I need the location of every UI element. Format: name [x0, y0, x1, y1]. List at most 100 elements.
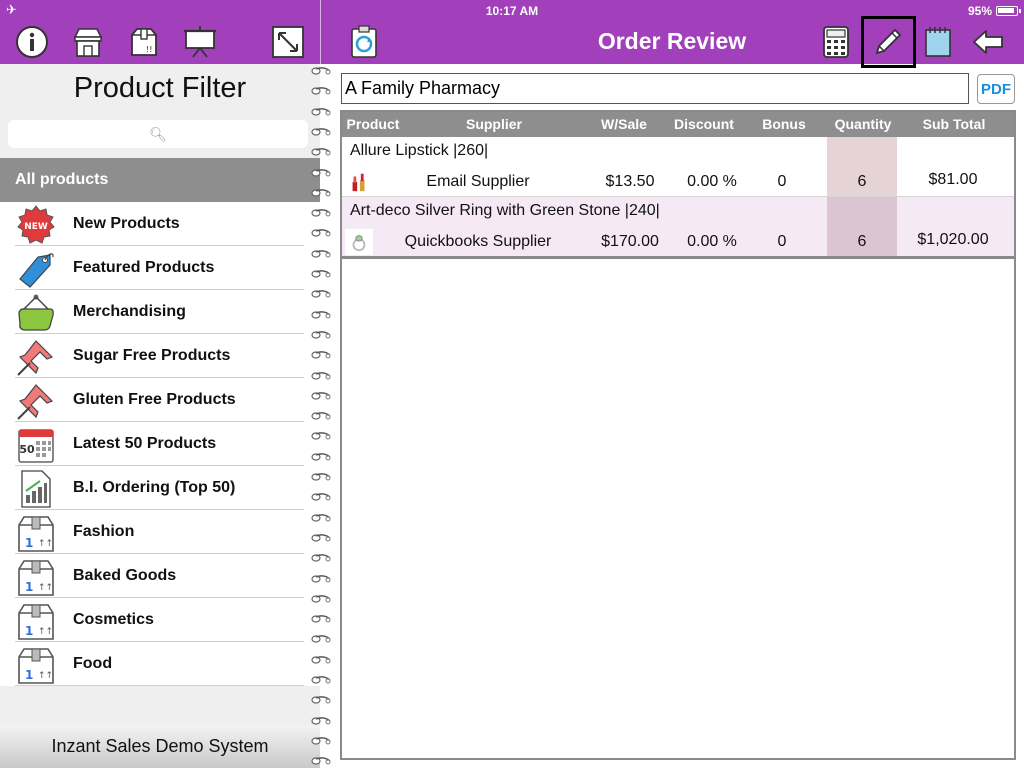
sidebar-item-label: Featured Products — [73, 259, 215, 276]
spiral-ring — [311, 655, 331, 664]
sidebar-item-label: New Products — [73, 215, 180, 232]
table-row[interactable]: Quickbooks Supplier $170.00 0.00 % 0 6 $… — [342, 227, 1014, 257]
sidebar-item-food[interactable]: 1 ↑↑ Food — [0, 642, 320, 686]
product-name: Allure Lipstick |260| — [350, 142, 489, 159]
expand-button[interactable] — [270, 24, 306, 60]
sidebar-item-label: Merchandising — [73, 303, 186, 320]
price-tag-icon — [15, 249, 57, 289]
customer-name-field[interactable]: A Family Pharmacy — [341, 73, 969, 104]
spiral-ring — [311, 716, 331, 725]
sidebar-item-latest-50-products[interactable]: 50 Latest 50 Products — [0, 422, 320, 466]
info-button[interactable] — [14, 24, 50, 60]
hanging-sign-icon — [15, 293, 57, 333]
app-root: { "status": { "time": "10:17 AM", "batte… — [0, 0, 1024, 768]
pushpin-icon — [15, 381, 57, 421]
sidebar-item-cosmetics[interactable]: 1 ↑↑ Cosmetics — [0, 598, 320, 642]
spiral-ring — [311, 473, 331, 481]
quantity-cell[interactable]: 6 — [827, 173, 897, 191]
table-row[interactable]: Email Supplier $13.50 0.00 % 0 6 $81.00 — [342, 167, 1014, 197]
column-header-supplier: Supplier — [465, 116, 522, 132]
sidebar-item-label: B.I. Ordering (Top 50) — [73, 479, 236, 496]
table-header: Product Supplier W/Sale Discount Bonus Q… — [342, 112, 1014, 137]
product-filter-sidebar: Product Filter 🔍︎ All products NEW New P… — [0, 64, 320, 768]
spiral-ring — [311, 594, 331, 603]
sync-clipboard-icon — [351, 25, 377, 58]
calculator-button[interactable] — [818, 24, 854, 60]
product-name-row[interactable]: Allure Lipstick |260| — [342, 137, 1014, 167]
sidebar-item-label: Food — [73, 655, 113, 672]
top-bar: ✈ 10:17 AM 95% !! Order Review — [0, 0, 1024, 68]
filter-list: NEW New Products Featured Products Merch… — [0, 202, 320, 686]
svg-text:!!: !! — [146, 45, 152, 54]
spiral-ring — [311, 554, 331, 562]
quantity-cell[interactable]: 6 — [827, 233, 897, 251]
svg-text:1: 1 — [25, 624, 33, 638]
sync-button[interactable] — [346, 24, 382, 60]
search-input[interactable]: 🔍︎ — [8, 120, 308, 148]
pdf-button[interactable]: PDF — [977, 74, 1015, 104]
sidebar-item-baked-goods[interactable]: 1 ↑↑ Baked Goods — [0, 554, 320, 598]
column-header-product: Product — [346, 116, 400, 132]
sidebar-item-sugar-free-products[interactable]: Sugar Free Products — [0, 334, 320, 378]
notes-button[interactable] — [920, 24, 956, 60]
spiral-ring — [311, 432, 331, 440]
spiral-ring — [311, 310, 331, 319]
battery-percent: 95% — [967, 4, 992, 18]
new-badge-icon: NEW — [15, 205, 57, 245]
sidebar-item-gluten-free-products[interactable]: Gluten Free Products — [0, 378, 320, 422]
package-button[interactable]: !! — [126, 24, 162, 60]
sidebar-item-new-products[interactable]: NEW New Products — [0, 202, 320, 246]
wsale-cell: $170.00 — [601, 233, 659, 250]
store-icon — [73, 28, 103, 57]
search-icon: 🔍︎ — [149, 125, 167, 142]
spiral-ring — [311, 270, 331, 278]
spiral-ring — [311, 331, 331, 339]
presentation-button[interactable] — [182, 24, 218, 60]
spiral-ring — [311, 128, 331, 136]
column-header-quantity: Quantity — [834, 116, 892, 132]
calendar-50-icon: 50 — [15, 425, 57, 465]
sidebar-title: Product Filter — [73, 72, 247, 104]
box-icon: 1 ↑↑ — [15, 557, 57, 597]
lipstick-product-thumbnail — [345, 169, 373, 195]
notepad-icon — [925, 27, 951, 57]
edit-button-highlight — [861, 16, 916, 68]
spiral-ring — [311, 696, 331, 704]
sidebar-item-label: Sugar Free Products — [73, 347, 231, 364]
spiral-binding — [310, 64, 334, 768]
spiral-ring — [311, 452, 331, 461]
back-arrow-icon — [973, 30, 1003, 54]
spiral-ring — [311, 615, 331, 623]
bonus-cell: 0 — [777, 233, 787, 250]
sidebar-item-label: Gluten Free Products — [73, 391, 236, 408]
bar-chart-icon — [15, 469, 57, 509]
discount-cell: 0.00 % — [687, 173, 737, 190]
svg-text:50: 50 — [19, 443, 35, 456]
spiral-ring — [311, 676, 331, 684]
sidebar-item-bi-ordering[interactable]: B.I. Ordering (Top 50) — [0, 466, 320, 510]
sidebar-item-merchandising[interactable]: Merchandising — [0, 290, 320, 334]
supplier-cell: Quickbooks Supplier — [404, 233, 552, 250]
store-button[interactable] — [70, 24, 106, 60]
supplier-cell: Email Supplier — [426, 173, 530, 190]
spiral-ring — [311, 371, 331, 380]
spiral-ring — [311, 391, 331, 400]
product-name: Art-deco Silver Ring with Green Stone |2… — [350, 202, 660, 219]
pushpin-icon — [15, 337, 57, 377]
spiral-ring — [311, 107, 331, 116]
wsale-cell: $13.50 — [605, 173, 655, 190]
spiral-ring — [311, 737, 331, 745]
spiral-ring — [311, 574, 331, 583]
sidebar-item-fashion[interactable]: 1 ↑↑ Fashion — [0, 510, 320, 554]
spiral-ring — [311, 188, 331, 197]
sidebar-item-featured-products[interactable]: Featured Products — [0, 246, 320, 290]
sidebar-item-all-products[interactable]: All products — [0, 158, 320, 202]
expand-icon — [272, 26, 304, 58]
product-name-row[interactable]: Art-deco Silver Ring with Green Stone |2… — [342, 197, 1014, 227]
back-button[interactable] — [970, 24, 1006, 60]
box-icon: 1 ↑↑ — [15, 645, 57, 685]
sidebar-item-label: Cosmetics — [73, 611, 154, 628]
subtotal-cell: $1,020.00 — [917, 231, 989, 248]
spiral-ring — [311, 351, 331, 359]
spiral-ring — [311, 209, 331, 217]
